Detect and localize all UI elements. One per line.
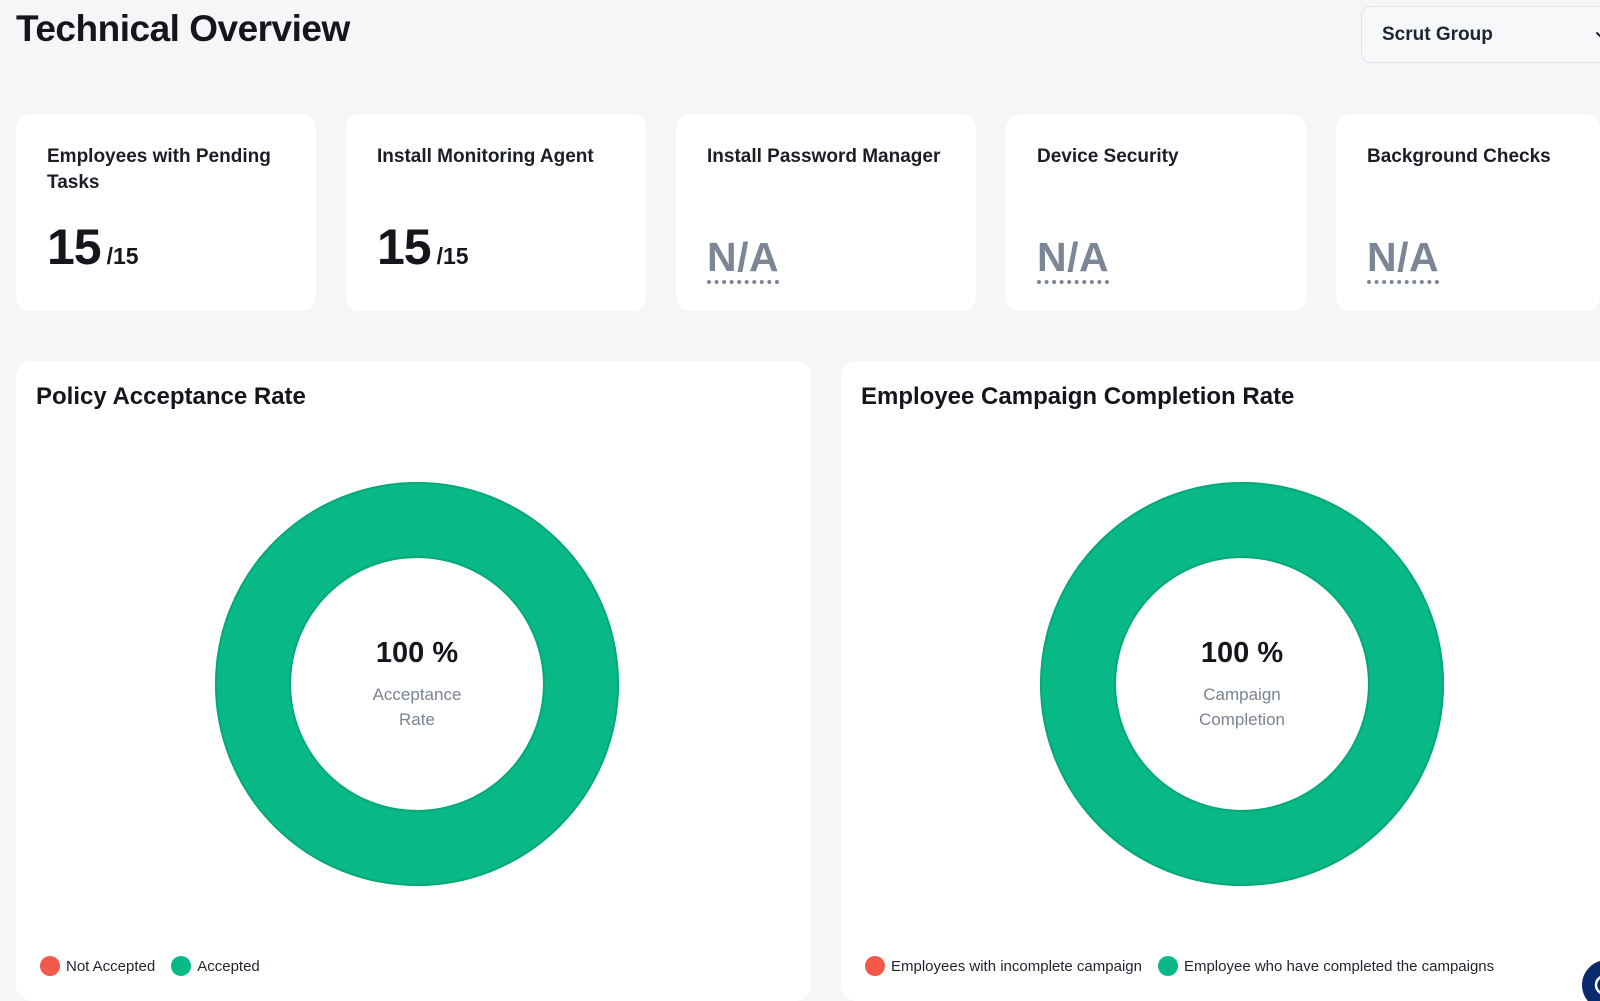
stat-value: 15 /15: [47, 218, 139, 276]
legend-label: Employees with incomplete campaign: [891, 957, 1142, 975]
stat-title: Background Checks: [1367, 146, 1551, 167]
stat-card-password-manager[interactable]: Install Password Manager N/A: [676, 114, 976, 311]
chart-title: Policy Acceptance Rate: [36, 383, 306, 410]
donut-ring-outline: [1114, 556, 1370, 812]
legend-item-completed[interactable]: Employee who have completed the campaign…: [1157, 956, 1495, 976]
stat-value: 15 /15: [377, 218, 469, 276]
legend-dot-red: [40, 956, 60, 976]
stat-total: /15: [106, 243, 139, 269]
technical-overview-page: Technical Overview Scrut Group Employees…: [0, 0, 1600, 1001]
org-select-dropdown[interactable]: Scrut Group: [1361, 6, 1600, 63]
chevron-down-icon: [1596, 32, 1600, 38]
stat-na-value[interactable]: N/A: [707, 235, 780, 284]
chat-icon: [1594, 976, 1600, 994]
stat-count: 15: [377, 219, 432, 275]
org-select-value: Scrut Group: [1382, 23, 1493, 45]
campaign-completion-card: Employee Campaign Completion Rate 100 % …: [841, 361, 1600, 1001]
stat-title: Device Security: [1037, 146, 1179, 167]
stat-na-value[interactable]: N/A: [1367, 235, 1440, 284]
policy-acceptance-card: Policy Acceptance Rate 100 % Acceptance …: [16, 361, 811, 1001]
chart-legend: Employees with incomplete campaign Emplo…: [865, 956, 1494, 976]
legend-dot-green: [171, 956, 192, 976]
campaign-donut-chart[interactable]: [1037, 479, 1447, 889]
legend-dot-green: [1157, 956, 1178, 976]
legend-label: Accepted: [197, 957, 260, 975]
legend-item-incomplete[interactable]: Employees with incomplete campaign: [865, 956, 1142, 976]
stat-card-device-security[interactable]: Device Security N/A: [1006, 114, 1306, 311]
legend-item-not-accepted[interactable]: Not Accepted: [40, 956, 155, 976]
donut-slice-accepted[interactable]: [215, 482, 619, 886]
legend-label: Employee who have completed the campaign…: [1183, 957, 1495, 975]
stat-title: Install Monitoring Agent: [377, 146, 594, 167]
stat-title: Install Password Manager: [707, 146, 941, 167]
legend-dot-red: [865, 956, 885, 976]
stat-na-value[interactable]: N/A: [1037, 235, 1110, 284]
stat-total: /15: [436, 243, 469, 269]
page-title: Technical Overview: [16, 8, 350, 49]
stat-card-pending-tasks[interactable]: Employees with Pending Tasks 15 /15: [16, 114, 316, 311]
stat-card-monitoring-agent[interactable]: Install Monitoring Agent 15 /15: [346, 114, 646, 311]
stat-count: 15: [47, 219, 102, 275]
stat-title: Employees with Pending Tasks: [47, 146, 271, 193]
stat-card-background-checks[interactable]: Background Checks N/A: [1336, 114, 1600, 311]
chart-title: Employee Campaign Completion Rate: [861, 383, 1295, 410]
legend-item-accepted[interactable]: Accepted: [171, 956, 260, 976]
legend-label: Not Accepted: [66, 957, 156, 975]
chart-legend: Not Accepted Accepted: [40, 956, 260, 976]
donut-ring-outline: [289, 556, 545, 812]
policy-donut-chart[interactable]: [212, 479, 622, 889]
donut-slice-employee-who-have-completed-the-campaigns[interactable]: [1040, 482, 1444, 886]
